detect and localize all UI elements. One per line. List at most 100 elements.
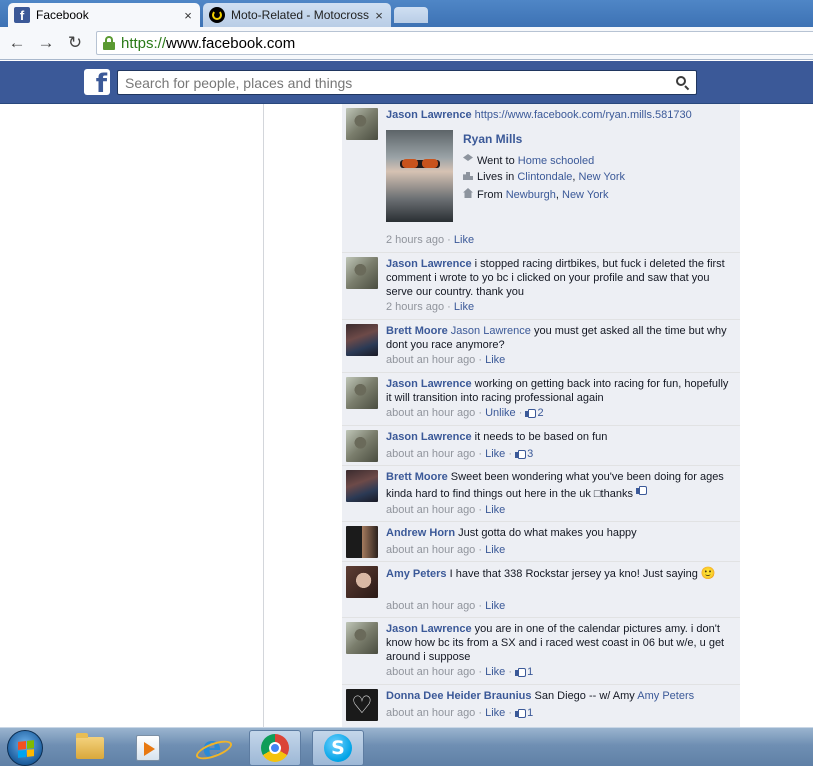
like-link[interactable]: Like xyxy=(485,448,505,460)
comment-text: Jason Lawrence https://www.facebook.com/… xyxy=(386,108,732,122)
avatar[interactable] xyxy=(346,566,378,598)
comment-author[interactable]: Jason Lawrence xyxy=(386,378,472,390)
comment-meta: about an hour ago · Like xyxy=(386,600,506,612)
comment-author[interactable]: Jason Lawrence xyxy=(386,109,472,121)
timestamp[interactable]: 2 hours ago xyxy=(386,301,444,313)
start-button[interactable] xyxy=(7,730,43,766)
media-player-icon xyxy=(136,735,160,761)
city-icon xyxy=(463,172,473,180)
comment-item: Andrew Horn Just gotta do what makes you… xyxy=(342,522,740,562)
windows-logo-icon xyxy=(18,740,34,758)
new-tab-button[interactable] xyxy=(394,7,428,23)
facebook-search-box xyxy=(117,70,697,95)
thumbs-up-icon xyxy=(525,407,537,418)
taskbar-explorer-button[interactable] xyxy=(64,730,116,766)
browser-toolbar: ← → ↻ https://www.facebook.com xyxy=(0,27,813,60)
internet-explorer-icon: e xyxy=(198,733,226,763)
search-input[interactable] xyxy=(125,74,676,91)
reload-icon[interactable]: ↻ xyxy=(64,33,86,53)
house-icon xyxy=(463,188,473,198)
from-state-link[interactable]: New York xyxy=(562,189,608,201)
avatar[interactable] xyxy=(346,108,378,140)
avatar[interactable] xyxy=(346,324,378,356)
taskbar-skype-button[interactable]: S xyxy=(312,730,364,766)
lock-icon xyxy=(103,36,115,50)
back-arrow-icon[interactable]: ← xyxy=(6,33,28,53)
comment-meta: about an hour ago · Like · 1 xyxy=(386,707,534,719)
chrome-icon xyxy=(261,734,289,762)
search-icon[interactable] xyxy=(676,75,690,90)
education-link[interactable]: Home schooled xyxy=(518,155,594,167)
mention-link[interactable]: Amy Peters xyxy=(637,690,694,702)
timestamp[interactable]: about an hour ago xyxy=(386,354,475,366)
from-city-link[interactable]: Newburgh xyxy=(506,189,556,201)
forward-arrow-icon[interactable]: → xyxy=(35,33,57,53)
shared-url-link[interactable]: https://www.facebook.com/ryan.mills.5817… xyxy=(475,109,692,121)
avatar[interactable]: ♡ xyxy=(346,689,378,721)
timestamp[interactable]: about an hour ago xyxy=(386,666,475,678)
facebook-logo-icon[interactable]: f xyxy=(84,69,110,95)
facebook-favicon-icon: f xyxy=(14,7,30,23)
taskbar-ie-button[interactable]: e xyxy=(186,730,238,766)
comment-author[interactable]: Jason Lawrence xyxy=(386,623,472,635)
avatar[interactable] xyxy=(346,257,378,289)
avatar[interactable] xyxy=(346,526,378,558)
timestamp[interactable]: about an hour ago xyxy=(386,407,475,419)
comment-author[interactable]: Jason Lawrence xyxy=(386,258,472,270)
timestamp[interactable]: about an hour ago xyxy=(386,600,475,612)
comment-author[interactable]: Donna Dee Heider Braunius xyxy=(386,690,531,702)
comment-meta: about an hour ago · Like xyxy=(386,504,506,516)
timestamp[interactable]: about an hour ago xyxy=(386,448,475,460)
comment-item: Jason Lawrence it needs to be based on f… xyxy=(342,426,740,466)
thumbs-up-emoticon-icon xyxy=(636,484,650,498)
avatar[interactable] xyxy=(346,622,378,654)
comment-author[interactable]: Brett Moore xyxy=(386,471,448,483)
comment-item: Jason Lawrence working on getting back i… xyxy=(342,373,740,426)
comment-text: Jason Lawrence you are in one of the cal… xyxy=(386,623,725,663)
timestamp[interactable]: about an hour ago xyxy=(386,707,475,719)
like-link[interactable]: Like xyxy=(485,544,505,556)
lives-city-link[interactable]: Clintondale xyxy=(517,171,572,183)
comment-author[interactable]: Brett Moore xyxy=(386,325,448,337)
comment-author[interactable]: Amy Peters xyxy=(386,568,447,580)
comment-item: Amy Peters I have that 338 Rockstar jers… xyxy=(342,562,740,618)
shared-profile-name[interactable]: Ryan Mills xyxy=(463,132,522,146)
like-link[interactable]: Like xyxy=(485,504,505,516)
like-count[interactable]: 1 xyxy=(515,707,533,719)
like-count[interactable]: 1 xyxy=(515,666,533,678)
comment-meta: about an hour ago · Like xyxy=(386,544,506,556)
tab-facebook[interactable]: f Facebook × xyxy=(8,3,200,27)
close-tab-icon[interactable]: × xyxy=(182,8,194,23)
mention-link[interactable]: Jason Lawrence xyxy=(451,325,531,337)
shared-profile-photo[interactable] xyxy=(386,130,453,222)
lives-state-link[interactable]: New York xyxy=(579,171,625,183)
like-link[interactable]: Like xyxy=(485,354,505,366)
avatar[interactable] xyxy=(346,470,378,502)
thumbs-up-icon xyxy=(515,448,527,459)
timestamp[interactable]: 2 hours ago xyxy=(386,234,444,246)
address-bar[interactable]: https://www.facebook.com xyxy=(96,31,813,55)
like-link[interactable]: Like xyxy=(485,666,505,678)
comment-author[interactable]: Jason Lawrence xyxy=(386,431,472,443)
like-link[interactable]: Like xyxy=(454,234,474,246)
folder-icon xyxy=(76,733,104,759)
avatar[interactable] xyxy=(346,377,378,409)
like-count[interactable]: 3 xyxy=(515,448,533,460)
tab-moto-related[interactable]: Moto-Related - Motocross × xyxy=(203,3,391,27)
comment-meta: about an hour ago · Like · 3 xyxy=(386,448,534,460)
browser-tab-strip: f Facebook × Moto-Related - Motocross × xyxy=(0,0,813,27)
like-link[interactable]: Like xyxy=(485,600,505,612)
avatar[interactable] xyxy=(346,430,378,462)
close-tab-icon[interactable]: × xyxy=(373,8,385,23)
comment-author[interactable]: Andrew Horn xyxy=(386,527,455,539)
taskbar-chrome-button[interactable] xyxy=(249,730,301,766)
timestamp[interactable]: about an hour ago xyxy=(386,504,475,516)
timestamp[interactable]: about an hour ago xyxy=(386,544,475,556)
like-link[interactable]: Like xyxy=(485,707,505,719)
like-count[interactable]: 2 xyxy=(525,407,544,419)
facebook-header: f xyxy=(0,61,813,104)
taskbar-media-player-button[interactable] xyxy=(122,730,174,766)
comment-text: Jason Lawrence working on getting back i… xyxy=(386,378,729,404)
unlike-link[interactable]: Unlike xyxy=(485,407,516,419)
like-link[interactable]: Like xyxy=(454,301,474,313)
